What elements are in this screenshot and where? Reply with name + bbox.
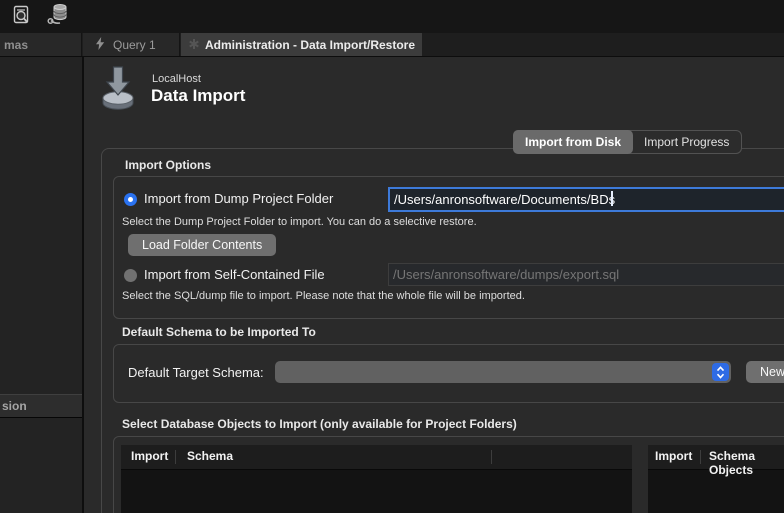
- tab-query1-label: Query 1: [113, 38, 156, 52]
- schemas-table: Import Schema: [121, 445, 632, 513]
- asterisk-icon: [189, 38, 199, 52]
- workbench-window: mas Query 1 Administration - Data Import…: [0, 0, 784, 513]
- editor-tabbar: mas Query 1 Administration - Data Import…: [0, 33, 784, 57]
- sidebar-section-session[interactable]: sion: [0, 394, 82, 418]
- left-sidebar: sion: [0, 57, 84, 513]
- schemas-table-header: Import Schema: [121, 445, 632, 470]
- tab-import-from-disk[interactable]: Import from Disk: [513, 130, 633, 154]
- tab-administration[interactable]: Administration - Data Import/Restore: [181, 33, 422, 56]
- radio-self-contained-label: Import from Self-Contained File: [144, 267, 325, 282]
- default-target-schema-label: Default Target Schema:: [128, 365, 264, 380]
- lightning-icon: [95, 37, 105, 53]
- dump-folder-path-input[interactable]: [388, 187, 784, 212]
- tab-schemas[interactable]: mas: [0, 33, 82, 56]
- tab-schemas-label: mas: [4, 38, 28, 52]
- import-options-label: Import Options: [125, 158, 211, 172]
- top-toolbar: [0, 0, 784, 33]
- column-divider[interactable]: [175, 450, 176, 464]
- tab-administration-label: Administration - Data Import/Restore: [205, 38, 415, 52]
- new-schema-button[interactable]: New: [746, 361, 784, 383]
- inspector-button[interactable]: [8, 4, 36, 30]
- schemas-table-body[interactable]: [121, 470, 632, 513]
- radio-dump-folder-label: Import from Dump Project Folder: [144, 191, 333, 206]
- column-schema[interactable]: Schema: [187, 449, 233, 463]
- schema-objects-table-header: Import Schema Objects: [648, 445, 784, 470]
- column-divider[interactable]: [700, 450, 701, 464]
- column-import[interactable]: Import: [131, 449, 168, 463]
- popup-stepper-icon: [712, 363, 729, 381]
- sidebar-section-label: sion: [2, 399, 27, 413]
- text-caret: [611, 191, 613, 206]
- column-import[interactable]: Import: [655, 449, 692, 463]
- data-import-icon: [98, 65, 138, 116]
- tab-query1[interactable]: Query 1: [83, 33, 180, 56]
- page-title: Data Import: [151, 86, 245, 106]
- schema-objects-table: Import Schema Objects: [648, 445, 784, 513]
- dump-folder-help: Select the Dump Project Folder to import…: [122, 216, 477, 228]
- tab-import-progress[interactable]: Import Progress: [632, 131, 741, 153]
- radio-self-contained[interactable]: [124, 269, 137, 282]
- database-tools-button[interactable]: [44, 4, 72, 30]
- objects-label: Select Database Objects to Import (only …: [122, 417, 517, 431]
- view-switcher: Import from Disk Import Progress: [513, 130, 742, 154]
- connection-name: LocalHost: [152, 73, 201, 85]
- load-folder-contents-button[interactable]: Load Folder Contents: [128, 234, 276, 256]
- column-divider[interactable]: [491, 450, 492, 464]
- default-schema-label: Default Schema to be Imported To: [122, 325, 316, 339]
- inspector-icon: [12, 5, 32, 30]
- database-tools-icon: [45, 2, 71, 33]
- self-contained-path-input[interactable]: [388, 263, 784, 286]
- radio-dump-folder[interactable]: [124, 193, 137, 206]
- column-schema-objects[interactable]: Schema Objects: [709, 449, 784, 477]
- data-import-view: LocalHost Data Import Import from Disk I…: [84, 57, 784, 513]
- self-contained-help: Select the SQL/dump file to import. Plea…: [122, 290, 525, 302]
- default-target-schema-select[interactable]: [275, 361, 731, 383]
